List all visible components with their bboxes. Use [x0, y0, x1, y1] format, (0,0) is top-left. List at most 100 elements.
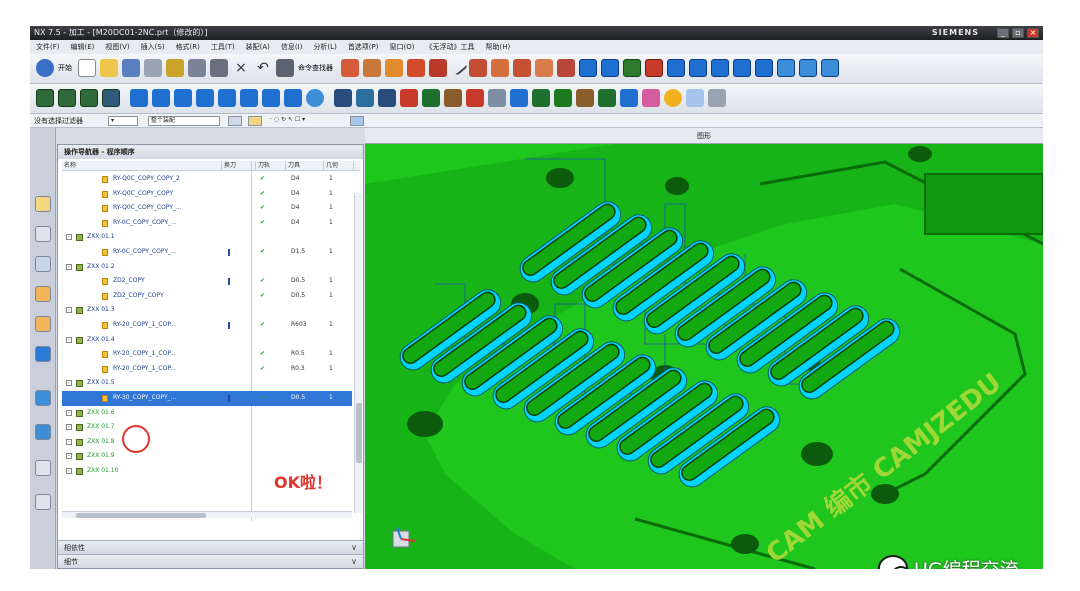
copy-icon[interactable]: [188, 59, 206, 77]
menu-insert[interactable]: 插入(S): [141, 40, 165, 54]
program-group-row[interactable]: - ZXX 01.5: [62, 376, 352, 391]
palettes-icon[interactable]: [35, 494, 51, 510]
hscroll-thumb[interactable]: [76, 513, 206, 518]
edit-object-icon[interactable]: [400, 89, 418, 107]
col-tool[interactable]: 刀具: [286, 161, 324, 170]
replay-toolpath-icon[interactable]: [262, 89, 280, 107]
operation-row[interactable]: RY-30_COPY_COPY_... ✔ D0.5 1: [62, 390, 352, 406]
view-top-icon[interactable]: [601, 59, 619, 77]
collapse-icon[interactable]: -: [66, 307, 72, 314]
select-all-icon[interactable]: [350, 116, 364, 126]
dependencies-panel[interactable]: 相依性 ∨: [58, 540, 363, 554]
collapse-icon[interactable]: -: [66, 453, 72, 460]
menu-view[interactable]: 视图(V): [105, 40, 129, 54]
menu-edit[interactable]: 编辑(E): [71, 40, 95, 54]
offset-curve-icon[interactable]: [491, 59, 509, 77]
wcs-icon[interactable]: [777, 59, 795, 77]
operation-row[interactable]: RY-0C_COPY_COPY_... ✔ D1.5 1: [62, 245, 352, 260]
chevron-down-icon[interactable]: ∨: [351, 541, 357, 555]
col-geometry[interactable]: 几何: [324, 161, 354, 170]
delete-icon[interactable]: ×: [232, 59, 250, 77]
collapse-icon[interactable]: -: [66, 380, 72, 387]
snap-options[interactable]: · ◌ ↻ ↖ ☐ ▾: [268, 116, 348, 126]
reuse-library-icon[interactable]: [35, 286, 51, 302]
new-file-icon[interactable]: [78, 59, 96, 77]
constraint-nav-icon[interactable]: [35, 226, 51, 242]
generate-toolpath-icon[interactable]: [240, 89, 258, 107]
command-finder-icon[interactable]: [276, 59, 294, 77]
layer-icon[interactable]: [755, 59, 773, 77]
collapse-icon[interactable]: -: [66, 467, 72, 474]
menu-assemblies[interactable]: 装配(A): [246, 40, 270, 54]
arc-icon[interactable]: [407, 59, 425, 77]
verify-toolpath-icon[interactable]: [306, 89, 324, 107]
restore-icon[interactable]: ▫: [1012, 28, 1024, 38]
collapse-icon[interactable]: -: [66, 234, 72, 241]
chevron-down-icon[interactable]: ∨: [351, 555, 357, 569]
assembly-scope-select[interactable]: 整个装配: [148, 116, 220, 126]
postprocess-icon[interactable]: [334, 89, 352, 107]
undo-icon[interactable]: [144, 59, 162, 77]
info-icon[interactable]: [598, 89, 616, 107]
menu-preferences[interactable]: 首选项(P): [348, 40, 379, 54]
program-group-row[interactable]: - ZXX 01.3: [62, 303, 352, 318]
view-trimetric-icon[interactable]: [733, 59, 751, 77]
display-icon[interactable]: [799, 59, 817, 77]
menu-floating-tools[interactable]: 《无浮动》工具: [425, 40, 474, 54]
operation-row[interactable]: RY-Q0C_COPY_COPY_2 ✔ D4 1: [62, 172, 352, 187]
menu-tools[interactable]: 工具(T): [211, 40, 235, 54]
tool-library-icon[interactable]: [686, 89, 704, 107]
program-group-row[interactable]: - ZXX 01.9: [62, 449, 352, 464]
operation-row[interactable]: RY-20_COPY_1_COP... ✔ R603 1: [62, 318, 352, 333]
program-group-row[interactable]: - ZXX 01.2: [62, 260, 352, 275]
operation-row[interactable]: RY-20_COPY_1_COP... ✔ R0.5 1: [62, 347, 352, 362]
collapse-icon[interactable]: -: [66, 263, 72, 270]
vscroll-thumb[interactable]: [356, 403, 362, 463]
copy-object-icon[interactable]: [444, 89, 462, 107]
view-bottom-icon[interactable]: [689, 59, 707, 77]
operation-row[interactable]: ZD2_COPY_COPY ✔ D0.5 1: [62, 289, 352, 304]
line-icon[interactable]: [448, 56, 468, 76]
history-icon[interactable]: [35, 390, 51, 406]
navigator-hscroll[interactable]: [62, 511, 352, 518]
collapse-icon[interactable]: -: [66, 424, 72, 431]
menu-analysis[interactable]: 分析(L): [313, 40, 336, 54]
program-group-row[interactable]: - ZXX 01.1: [62, 230, 352, 245]
help-pointer-icon[interactable]: [708, 89, 726, 107]
navigator-vscroll[interactable]: [354, 193, 362, 513]
create-tool-icon[interactable]: [58, 89, 76, 107]
machine-tool-view-icon[interactable]: [174, 89, 192, 107]
snap-icon[interactable]: [228, 116, 242, 126]
spline-icon[interactable]: [385, 59, 403, 77]
col-path[interactable]: 刀轨: [256, 161, 286, 170]
operation-row[interactable]: ZD2_COPY ✔ D0.5 1: [62, 274, 352, 289]
project-curve-icon[interactable]: [513, 59, 531, 77]
shade-icon[interactable]: [821, 59, 839, 77]
text-icon[interactable]: [535, 59, 553, 77]
paste-object-icon[interactable]: [466, 89, 484, 107]
method-view-icon[interactable]: [218, 89, 236, 107]
bridge-curve-icon[interactable]: [557, 59, 575, 77]
view-left-icon[interactable]: [711, 59, 729, 77]
menu-file[interactable]: 文件(F): [36, 40, 60, 54]
sketch-icon[interactable]: [341, 59, 359, 77]
save-icon[interactable]: [122, 59, 140, 77]
view-front-icon[interactable]: [579, 59, 597, 77]
cut-object-icon[interactable]: [422, 89, 440, 107]
system-materials-icon[interactable]: [35, 424, 51, 440]
output-cls-icon[interactable]: [378, 89, 396, 107]
create-operation-icon[interactable]: [130, 89, 148, 107]
collapse-icon[interactable]: -: [66, 438, 72, 445]
view-back-icon[interactable]: [667, 59, 685, 77]
view-iso-icon[interactable]: [645, 59, 663, 77]
roles-icon[interactable]: [35, 316, 51, 332]
paste-icon[interactable]: [210, 59, 228, 77]
program-group-row[interactable]: - ZXX 01.8: [62, 435, 352, 450]
toolpath-edit-icon[interactable]: [532, 89, 550, 107]
transform-icon[interactable]: [554, 89, 572, 107]
collapse-icon[interactable]: -: [66, 409, 72, 416]
col-name[interactable]: 名称: [62, 161, 222, 170]
open-folder-icon[interactable]: [100, 59, 118, 77]
program-group-row[interactable]: - ZXX 01.6: [62, 406, 352, 421]
view-right-icon[interactable]: [623, 59, 641, 77]
